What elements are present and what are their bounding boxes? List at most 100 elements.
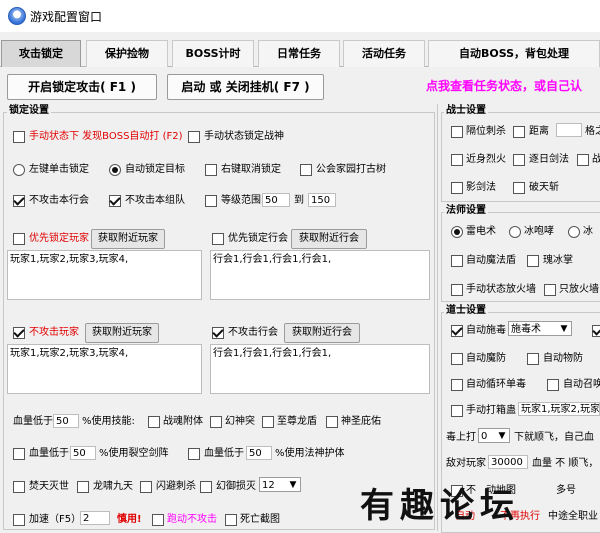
- get-nearby-guilds-button[interactable]: 获取附近行会: [291, 229, 367, 249]
- taoist-manual-box-label: 手动打箱蛊: [466, 405, 516, 416]
- taoist-poison-limit-text: 下就顺飞，自己血: [514, 432, 594, 443]
- skill-2-checkbox[interactable]: [210, 416, 222, 428]
- level-max-input[interactable]: 150: [308, 193, 336, 207]
- skill-4-checkbox[interactable]: [326, 416, 338, 428]
- hp3-label: 血量低于: [204, 448, 244, 459]
- warrior-c4-checkbox[interactable]: [513, 154, 525, 166]
- buff-2-checkbox[interactable]: [77, 481, 89, 493]
- warrior-c2-checkbox[interactable]: [513, 126, 525, 138]
- chevron-down-icon: ▼: [289, 480, 297, 490]
- buff-4-select[interactable]: 12 ▼: [259, 477, 301, 492]
- tab-daily-tasks[interactable]: 日常任务: [258, 40, 340, 67]
- taoist-auto-summon-label: 自动召唤: [563, 379, 600, 390]
- taoist-enemy-input[interactable]: 30000: [488, 455, 528, 469]
- level-min-input[interactable]: 50: [262, 193, 290, 207]
- hp2-label: 血量低于: [29, 448, 69, 459]
- app-icon: [8, 7, 26, 25]
- taoist-poison-select[interactable]: 施毒术 ▼: [508, 321, 572, 336]
- warrior-c4b-checkbox[interactable]: [577, 154, 589, 166]
- taoist-poison-limit-value: 0: [481, 431, 488, 442]
- warrior-c6-checkbox[interactable]: [513, 182, 525, 194]
- mage-manual-firewall-checkbox[interactable]: [451, 284, 463, 296]
- left-click-lock-label: 左键单击锁定: [29, 164, 89, 175]
- death-screenshot-label: 死亡截图: [240, 514, 280, 525]
- run-no-attack-checkbox[interactable]: [152, 514, 164, 526]
- priority-guild-checkbox[interactable]: [212, 233, 224, 245]
- no-attack-player-checkbox[interactable]: [13, 327, 25, 339]
- hp3-checkbox[interactable]: [188, 448, 200, 460]
- taoist-auto-summon-checkbox[interactable]: [547, 379, 559, 391]
- taoist-note-3: 中途全职业: [548, 511, 598, 522]
- buff-3-label: 闪避刺杀: [156, 481, 196, 492]
- toggle-hang-button[interactable]: 启动 或 关闭挂机( F7 ): [167, 74, 324, 100]
- level-range-label: 等级范围: [221, 195, 261, 206]
- taoist-loop-poison-checkbox[interactable]: [451, 379, 463, 391]
- tab-boss-timer[interactable]: BOSS计时: [172, 40, 254, 67]
- hp3-skill-label: %使用法神护体: [275, 448, 345, 459]
- right-click-cancel-checkbox[interactable]: [205, 164, 217, 176]
- buff-3-checkbox[interactable]: [140, 481, 152, 493]
- taoist-poison-select-value: 施毒术: [511, 324, 541, 335]
- auto-target-radio[interactable]: [109, 164, 121, 176]
- hp2-checkbox[interactable]: [13, 448, 25, 460]
- mage-ice-palm-checkbox[interactable]: [527, 255, 539, 267]
- skill-1-checkbox[interactable]: [148, 416, 160, 428]
- mage-ice-label: 冰: [583, 226, 593, 237]
- warrior-c6-label: 破天斩: [529, 182, 559, 193]
- warrior-c1-checkbox[interactable]: [451, 126, 463, 138]
- get-nearby-players-button-2[interactable]: 获取附近玩家: [85, 323, 159, 343]
- mage-ice-roar-radio[interactable]: [509, 226, 521, 238]
- warrior-c3-checkbox[interactable]: [451, 154, 463, 166]
- no-attack-guild-list-checkbox[interactable]: [212, 327, 224, 339]
- tab-attack-lock[interactable]: 攻击锁定: [1, 40, 81, 67]
- mage-shield-checkbox[interactable]: [451, 255, 463, 267]
- priority-guilds-textarea[interactable]: 行会1,行会1,行会1,行会1,: [210, 250, 430, 300]
- run-no-attack-label: 跑动不攻击: [167, 514, 217, 525]
- manual-god-checkbox[interactable]: [188, 131, 200, 143]
- mage-thunder-radio[interactable]: [451, 226, 463, 238]
- death-screenshot-checkbox[interactable]: [225, 514, 237, 526]
- hp-below-input[interactable]: 50: [53, 414, 79, 428]
- start-lock-attack-button[interactable]: 开启锁定攻击( F1 ): [7, 74, 157, 100]
- hp2-input[interactable]: 50: [70, 446, 96, 460]
- priority-player-checkbox[interactable]: [13, 233, 25, 245]
- left-click-lock-radio[interactable]: [13, 164, 25, 176]
- taoist-phys-def-checkbox[interactable]: [527, 353, 539, 365]
- no-attack-team-checkbox[interactable]: [109, 195, 121, 207]
- task-status-link[interactable]: 点我查看任务状态，或自己认: [426, 80, 582, 93]
- get-nearby-players-button[interactable]: 获取附近玩家: [91, 229, 165, 249]
- hp3-input[interactable]: 50: [246, 446, 272, 460]
- manual-boss-checkbox[interactable]: [13, 131, 25, 143]
- taoist-auto-poison-checkbox[interactable]: [451, 325, 463, 337]
- taoist-settings-title: 道士设置: [444, 305, 488, 317]
- no-attack-player-label: 不攻击玩家: [29, 327, 79, 338]
- speed-input[interactable]: 2: [80, 511, 110, 525]
- use-skill-label: %使用技能:: [82, 416, 135, 427]
- taoist-poison-limit-select[interactable]: 0 ▼: [478, 428, 510, 443]
- buff-1-checkbox[interactable]: [13, 481, 25, 493]
- mage-settings-title: 法师设置: [444, 205, 488, 217]
- taoist-manual-box-checkbox[interactable]: [451, 405, 463, 417]
- tab-protect-pickup[interactable]: 保护捡物: [86, 40, 168, 67]
- priority-players-textarea[interactable]: 玩家1,玩家2,玩家3,玩家4,: [7, 250, 202, 300]
- get-nearby-guilds-button-2[interactable]: 获取附近行会: [284, 323, 360, 343]
- level-range-checkbox[interactable]: [205, 195, 217, 207]
- taoist-manual-box-input[interactable]: 玩家1,玩家2,玩家3: [518, 402, 600, 416]
- warrior-distance-input[interactable]: [556, 123, 582, 137]
- no-attack-guilds-textarea[interactable]: 行会1,行会1,行会1,行会1,: [210, 344, 430, 394]
- no-attack-guild-checkbox[interactable]: [13, 195, 25, 207]
- mage-only-firewall-checkbox[interactable]: [544, 284, 556, 296]
- guild-tree-checkbox[interactable]: [300, 164, 312, 176]
- buff-4-checkbox[interactable]: [200, 481, 212, 493]
- taoist-extra-checkbox[interactable]: [592, 325, 600, 337]
- buff-4-select-value: 12: [262, 480, 275, 491]
- mage-ice-radio[interactable]: [568, 226, 580, 238]
- tab-auto-boss-bag[interactable]: 自动BOSS，背包处理: [428, 40, 600, 67]
- no-attack-players-textarea[interactable]: 玩家1,玩家2,玩家3,玩家4,: [7, 344, 202, 394]
- tab-event-tasks[interactable]: 活动任务: [343, 40, 425, 67]
- skill-3-checkbox[interactable]: [262, 416, 274, 428]
- skill-4-label: 神圣庇佑: [341, 416, 381, 427]
- warrior-c5-checkbox[interactable]: [451, 182, 463, 194]
- speed-checkbox[interactable]: [13, 514, 25, 526]
- taoist-magic-def-checkbox[interactable]: [451, 353, 463, 365]
